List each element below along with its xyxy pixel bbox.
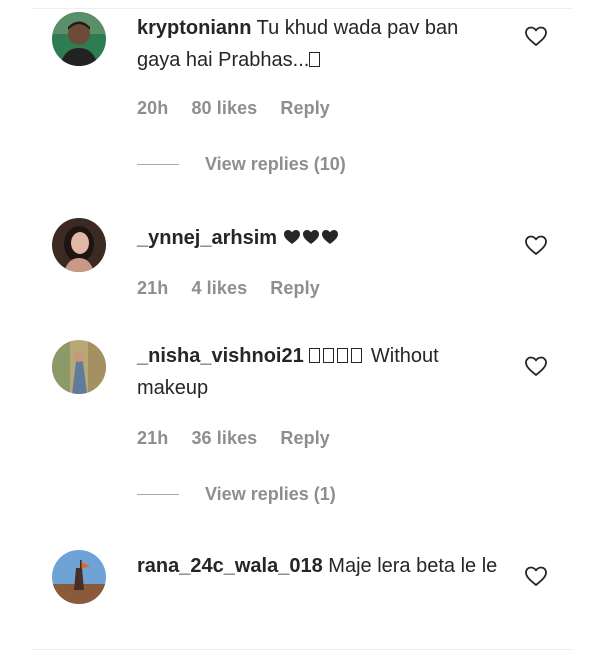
comment-body-4: rana_24c_wala_018 Maje lera beta le le — [137, 550, 507, 582]
comment-likes[interactable]: 4 likes — [191, 278, 247, 298]
unrendered-emoji-icon — [309, 52, 321, 67]
reply-button[interactable]: Reply — [270, 278, 320, 298]
comment-username[interactable]: _ynnej_arhsim — [137, 227, 277, 249]
reply-button[interactable]: Reply — [280, 98, 330, 118]
view-replies-label: View replies (10) — [205, 154, 346, 174]
avatar-image — [52, 340, 106, 394]
comment-time: 20h — [137, 98, 169, 118]
comment-username[interactable]: rana_24c_wala_018 — [137, 555, 323, 577]
comment-username[interactable]: kryptoniann — [137, 17, 251, 39]
avatar-kryptoniann[interactable] — [52, 12, 106, 66]
comment-body-3: _nisha_vishnoi21 Without makeup — [137, 340, 507, 404]
comment-text: Maje lera beta le le — [328, 555, 498, 577]
comment-body-1: kryptoniann Tu khud wada pav ban gaya ha… — [137, 12, 507, 76]
comment-meta-3: 21h 36 likes Reply — [137, 428, 348, 449]
comment-username[interactable]: _nisha_vishnoi21 — [137, 345, 304, 367]
unrendered-emoji-icon — [309, 345, 365, 367]
view-replies-button[interactable]: View replies (1) — [137, 484, 336, 505]
avatar-rana-24c-wala-018[interactable] — [52, 550, 106, 604]
black-hearts-icon — [283, 224, 339, 256]
avatar-nisha-vishnoi21[interactable] — [52, 340, 106, 394]
comment-likes[interactable]: 36 likes — [191, 428, 257, 448]
like-heart-icon[interactable] — [524, 233, 548, 257]
comment-body-2: _ynnej_arhsim — [137, 222, 507, 256]
replies-divider — [137, 494, 179, 495]
like-heart-icon[interactable] — [524, 24, 548, 48]
avatar-ynnej-arhsim[interactable] — [52, 218, 106, 272]
avatar-image — [52, 12, 106, 66]
comment-meta-1: 20h 80 likes Reply — [137, 98, 348, 119]
view-replies-label: View replies (1) — [205, 484, 336, 504]
replies-divider — [137, 164, 179, 165]
comment-time: 21h — [137, 428, 169, 448]
comment-meta-2: 21h 4 likes Reply — [137, 278, 338, 299]
like-heart-icon[interactable] — [524, 354, 548, 378]
view-replies-button[interactable]: View replies (10) — [137, 154, 346, 175]
comment-likes[interactable]: 80 likes — [191, 98, 257, 118]
avatar-image — [52, 218, 106, 272]
reply-button[interactable]: Reply — [280, 428, 330, 448]
avatar-image — [52, 550, 106, 604]
comment-time: 21h — [137, 278, 169, 298]
like-heart-icon[interactable] — [524, 564, 548, 588]
